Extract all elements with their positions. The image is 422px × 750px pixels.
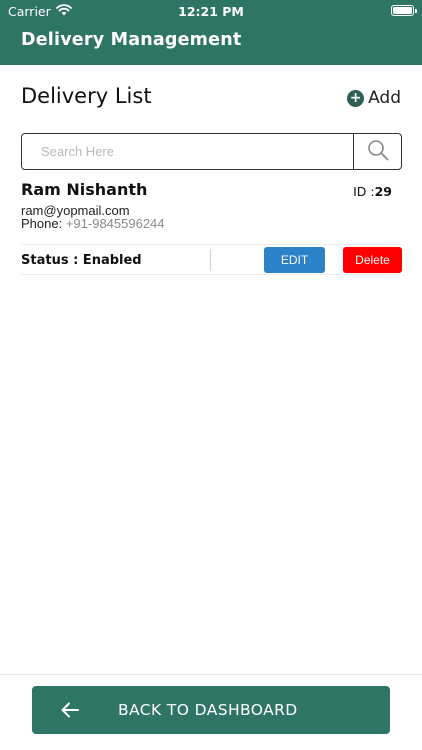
back-button-label: BACK TO DASHBOARD bbox=[118, 701, 298, 719]
top-bar: Carrier 12:21 PM Delivery Management bbox=[0, 0, 422, 65]
status-time: 12:21 PM bbox=[178, 4, 244, 19]
divider bbox=[210, 249, 211, 271]
status-badge: Status : Enabled bbox=[21, 253, 142, 268]
back-to-dashboard-button[interactable]: BACK TO DASHBOARD bbox=[32, 686, 390, 734]
delivery-id: ID :29 bbox=[353, 184, 392, 199]
phone-value: +91-9845596244 bbox=[65, 216, 165, 231]
search-icon bbox=[367, 139, 389, 165]
search-input[interactable] bbox=[22, 134, 353, 169]
delivery-status-row: Status : Enabled EDIT Delete bbox=[21, 244, 402, 275]
delete-button[interactable]: Delete bbox=[343, 247, 402, 273]
list-header: Delivery List + Add bbox=[21, 84, 401, 114]
battery-icon bbox=[391, 5, 417, 16]
delivery-id-label: ID : bbox=[353, 184, 375, 199]
delivery-phone: Phone: +91-9845596244 bbox=[21, 216, 165, 231]
plus-circle-icon: + bbox=[347, 89, 365, 107]
edit-button[interactable]: EDIT bbox=[264, 247, 325, 273]
delivery-id-value: 29 bbox=[374, 184, 392, 199]
delivery-name: Ram Nishanth bbox=[21, 180, 148, 199]
phone-label: Phone: bbox=[21, 216, 63, 231]
arrow-left-icon bbox=[60, 700, 80, 724]
add-button[interactable]: + Add bbox=[347, 88, 401, 108]
page-title: Delivery Management bbox=[21, 30, 242, 50]
search-bar bbox=[21, 133, 402, 170]
search-button[interactable] bbox=[353, 134, 401, 169]
list-title: Delivery List bbox=[21, 84, 152, 108]
app: Carrier 12:21 PM Delivery Management Del… bbox=[0, 0, 422, 750]
add-label: Add bbox=[368, 88, 401, 108]
footer-divider bbox=[0, 674, 422, 675]
status-bar: Carrier 12:21 PM bbox=[0, 0, 422, 22]
